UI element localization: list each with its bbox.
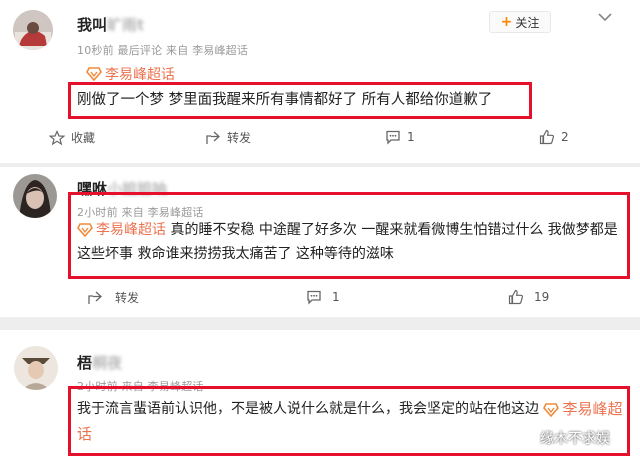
post-body: 我于流言蜚语前认识他，不是被人说什么就是什么，我会坚定的站在他这边 bbox=[77, 401, 539, 417]
watermark: 缘木不求娱 bbox=[540, 431, 610, 447]
topic-label: 李易峰超 bbox=[562, 400, 623, 418]
post-card: 我叫旷雨t 10秒前 最后评论 来自 李易峰超话 + 关注 李易峰超话 刚做了一… bbox=[0, 0, 640, 163]
avatar[interactable] bbox=[14, 346, 58, 390]
post-text: 李易峰超话 真的睡不安稳 中途醒了好多次 一醒来就看微博生怕错过什么 我做梦都是… bbox=[77, 218, 625, 266]
topic-label: 李易峰超话 bbox=[105, 67, 175, 83]
avatar[interactable] bbox=[13, 174, 57, 218]
repost-button[interactable]: 转发 bbox=[205, 129, 251, 146]
like-button[interactable]: 19 bbox=[508, 289, 549, 305]
comment-icon bbox=[307, 290, 321, 305]
star-icon bbox=[49, 129, 65, 145]
thumbs-up-icon bbox=[539, 129, 555, 145]
like-button[interactable]: 2 bbox=[539, 129, 569, 145]
topic-label-tail: 话 bbox=[77, 425, 93, 443]
favorite-button[interactable]: 收藏 bbox=[49, 129, 95, 146]
topic-label: 李易峰超话 bbox=[96, 222, 166, 238]
comment-button[interactable]: 1 bbox=[306, 289, 340, 305]
follow-button[interactable]: + 关注 bbox=[489, 11, 551, 33]
thumbs-up-icon bbox=[508, 289, 524, 305]
topic-tag[interactable]: 李易峰超 bbox=[543, 397, 622, 422]
comment-icon bbox=[386, 130, 400, 145]
super-topic-diamond-icon bbox=[77, 223, 93, 237]
chevron-down-icon[interactable] bbox=[596, 8, 614, 26]
comment-button[interactable]: 1 bbox=[385, 129, 415, 145]
topic-tag[interactable]: 李易峰超话 bbox=[77, 218, 166, 242]
share-icon bbox=[88, 291, 102, 304]
user-name[interactable]: 我叫旷雨t bbox=[77, 14, 144, 35]
avatar[interactable] bbox=[13, 10, 53, 50]
post-text: 刚做了一个梦 梦里面我醒来所有事情都好了 所有人都给你道歉了 bbox=[77, 92, 493, 108]
post-meta: 10秒前 最后评论 来自 李易峰超话 bbox=[77, 44, 249, 57]
repost-button[interactable]: 转发 bbox=[87, 289, 139, 306]
post-card: 嘿咻小姐姐呐 2小时前 来自 李易峰超话 李易峰超话 真的睡不安稳 中途醒了好多… bbox=[0, 167, 640, 317]
share-icon bbox=[206, 131, 220, 144]
plus-icon: + bbox=[500, 14, 513, 30]
super-topic-diamond-icon bbox=[86, 67, 102, 81]
user-name[interactable]: 梧桐夜 bbox=[77, 352, 122, 373]
super-topic-diamond-icon bbox=[543, 402, 560, 417]
